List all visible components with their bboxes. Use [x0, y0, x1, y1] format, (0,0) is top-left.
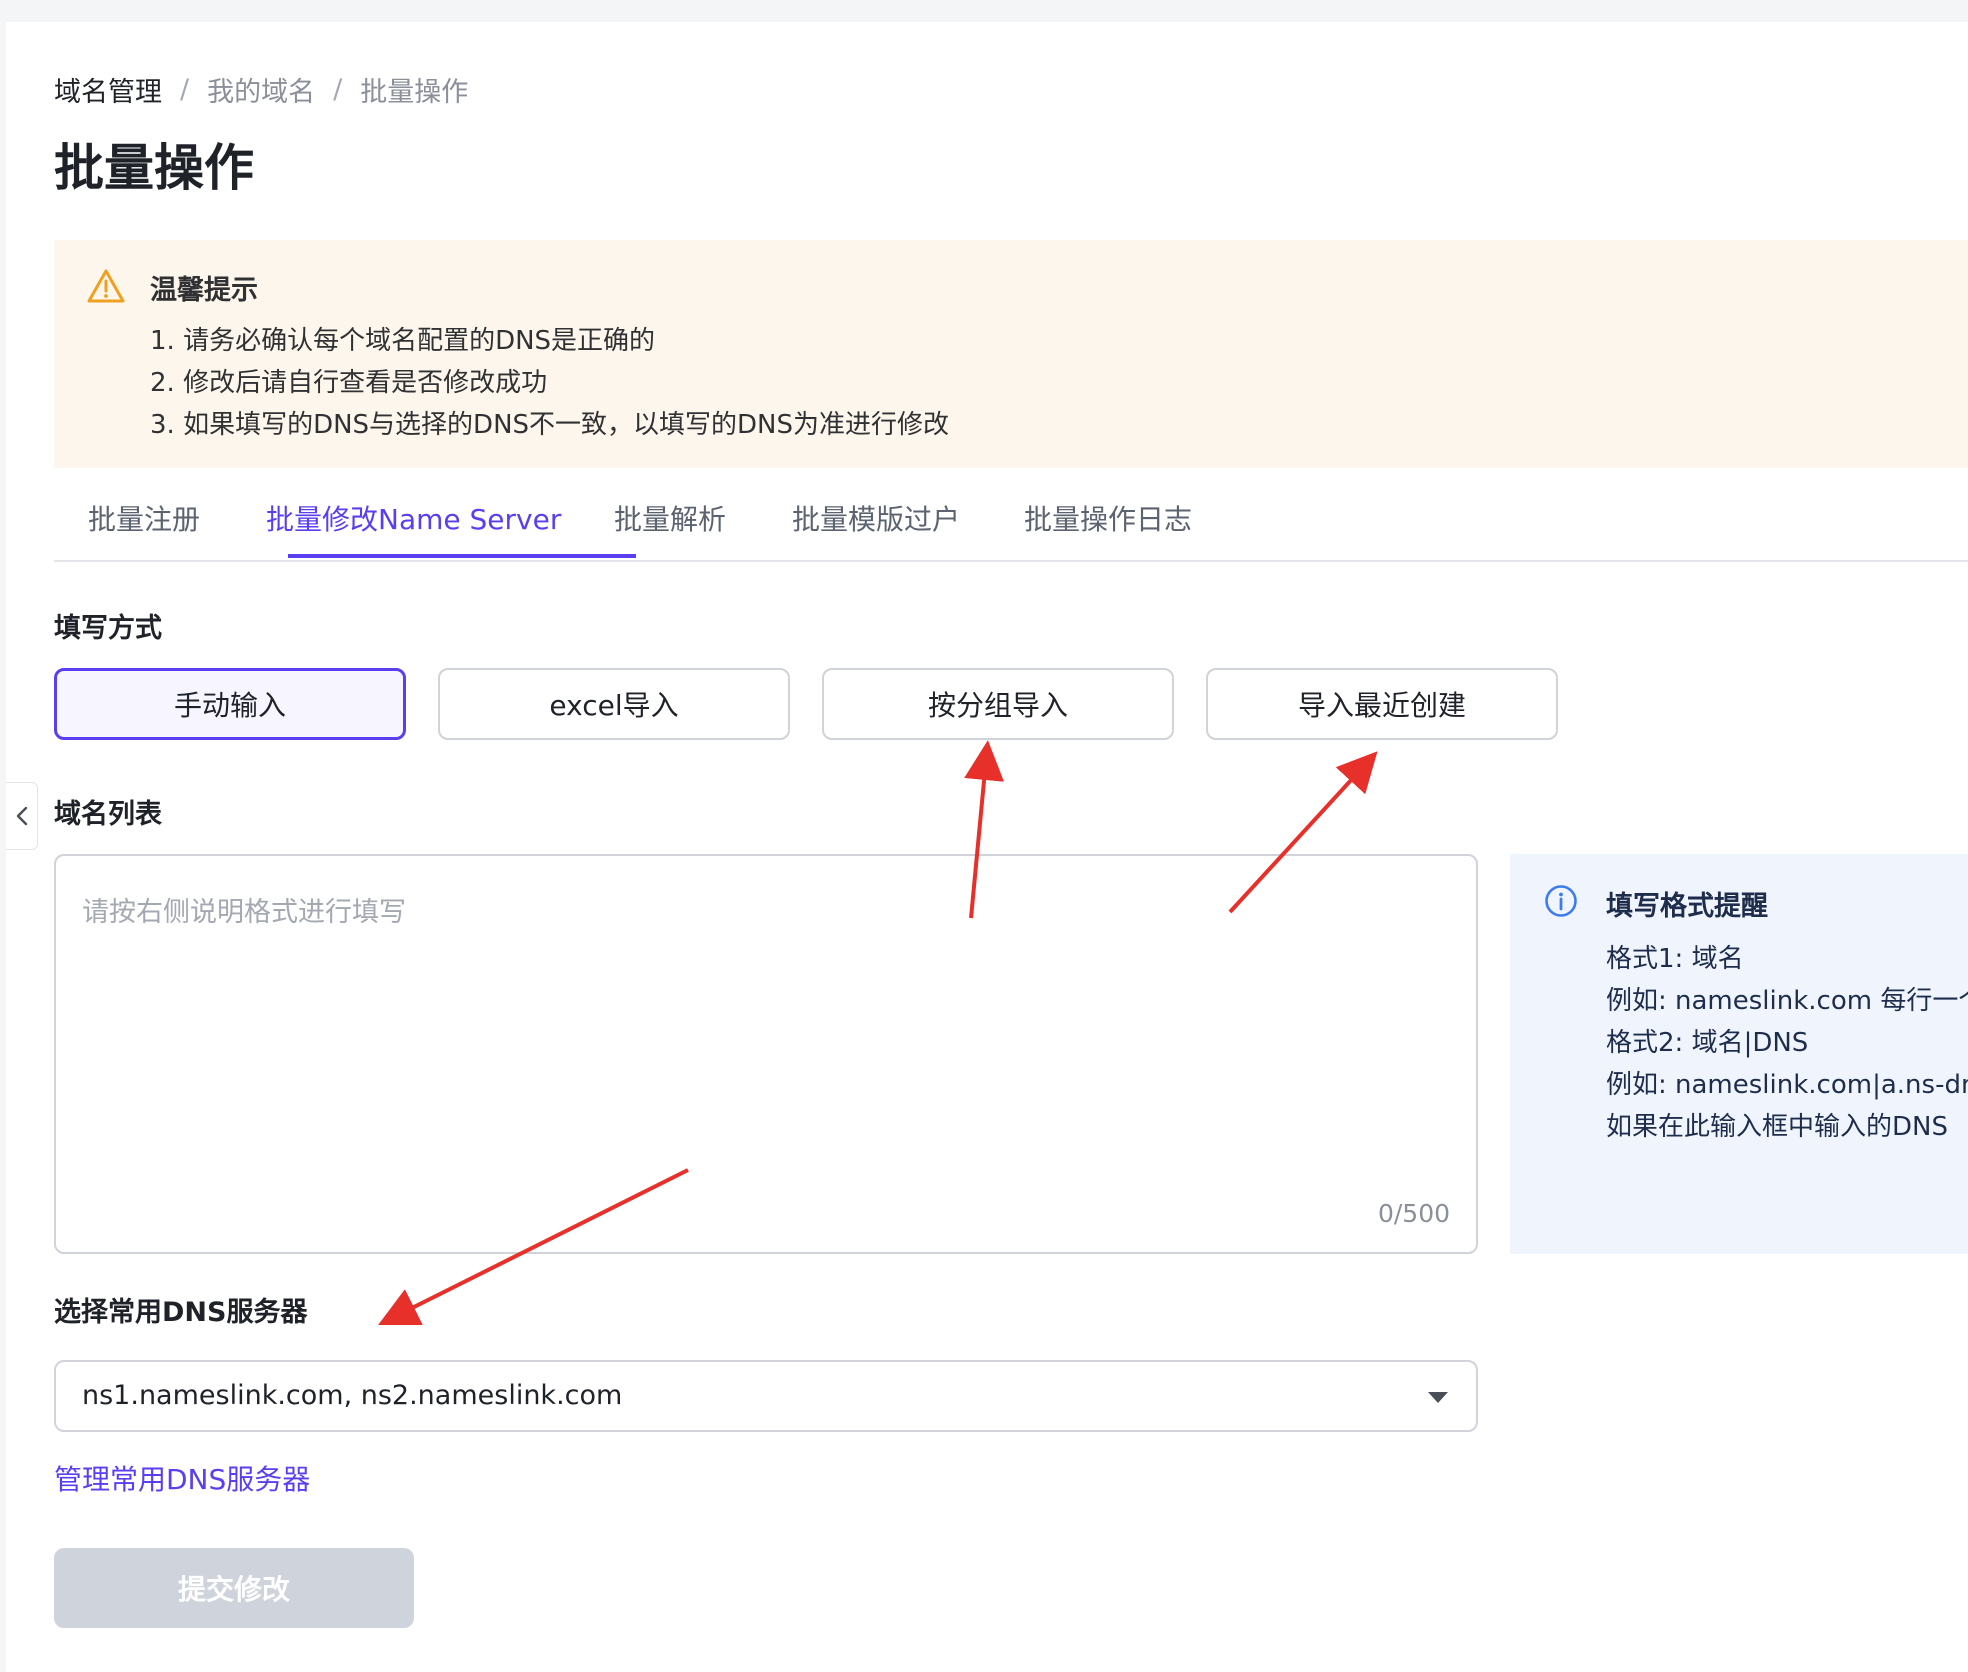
active-tab-indicator: [288, 554, 636, 558]
sidebar-collapse-button[interactable]: [6, 782, 38, 850]
notice-line: 1. 请务必确认每个域名配置的DNS是正确的: [150, 326, 656, 356]
tab-batch-dns-resolve[interactable]: 批量解析: [614, 498, 726, 538]
tab-batch-register[interactable]: 批量注册: [88, 498, 200, 538]
notice-title: 温馨提示: [150, 275, 258, 306]
chevron-left-icon: [16, 806, 27, 826]
breadcrumb-separator: /: [180, 74, 190, 105]
breadcrumb-separator: /: [333, 74, 343, 105]
format-hint-line: 格式2: 域名|DNS: [1606, 1028, 1809, 1058]
tab-bar: 批量注册 批量修改Name Server 批量解析 批量模版过户 批量操作日志: [54, 488, 1968, 562]
manual-input-button[interactable]: 手动输入: [54, 668, 406, 740]
page-title: 批量操作: [54, 139, 254, 197]
excel-import-button[interactable]: excel导入: [438, 668, 790, 740]
warning-icon: [87, 269, 125, 303]
tab-batch-op-log[interactable]: 批量操作日志: [1024, 498, 1192, 538]
format-hint-line: 例如: nameslink.com 每行一个: [1606, 986, 1968, 1016]
char-counter: 0/500: [1377, 1199, 1450, 1228]
breadcrumb-item-domain-management[interactable]: 域名管理: [54, 70, 162, 109]
tab-batch-template-transfer[interactable]: 批量模版过户: [792, 498, 960, 538]
format-hint-panel: 填写格式提醒 格式1: 域名 例如: nameslink.com 每行一个 格式…: [1510, 854, 1968, 1254]
format-hint-line: 如果在此输入框中输入的DNS: [1606, 1112, 1948, 1142]
notice-banner: 温馨提示 1. 请务必确认每个域名配置的DNS是正确的 2. 修改后请自行查看是…: [54, 240, 1968, 468]
format-hint-title: 填写格式提醒: [1606, 891, 1768, 922]
dns-select-value: ns1.nameslink.com, ns2.nameslink.com: [82, 1380, 623, 1411]
info-icon: [1545, 885, 1577, 917]
dns-server-select[interactable]: ns1.nameslink.com, ns2.nameslink.com: [54, 1360, 1478, 1432]
domain-list-textarea[interactable]: [56, 856, 1476, 1252]
submit-button[interactable]: 提交修改: [54, 1548, 414, 1628]
breadcrumb: 域名管理 / 我的域名 / 批量操作: [54, 70, 468, 109]
fill-method-label: 填写方式: [54, 613, 162, 644]
notice-line: 2. 修改后请自行查看是否修改成功: [150, 368, 548, 398]
domain-list-label: 域名列表: [54, 799, 162, 830]
caret-down-icon: [1428, 1392, 1448, 1403]
tab-batch-nameserver[interactable]: 批量修改Name Server: [266, 498, 561, 538]
notice-line: 3. 如果填写的DNS与选择的DNS不一致，以填写的DNS为准进行修改: [150, 410, 949, 440]
format-hint-line: 格式1: 域名: [1606, 944, 1744, 974]
group-import-button[interactable]: 按分组导入: [822, 668, 1174, 740]
recent-import-button[interactable]: 导入最近创建: [1206, 668, 1558, 740]
domain-list-field: 0/500: [54, 854, 1478, 1254]
format-hint-line: 例如: nameslink.com|a.ns-dns: [1606, 1070, 1968, 1100]
dns-select-label: 选择常用DNS服务器: [54, 1297, 308, 1328]
manage-dns-link[interactable]: 管理常用DNS服务器: [54, 1458, 310, 1498]
breadcrumb-item-my-domains[interactable]: 我的域名: [207, 70, 315, 109]
breadcrumb-item-batch-ops: 批量操作: [360, 77, 469, 108]
